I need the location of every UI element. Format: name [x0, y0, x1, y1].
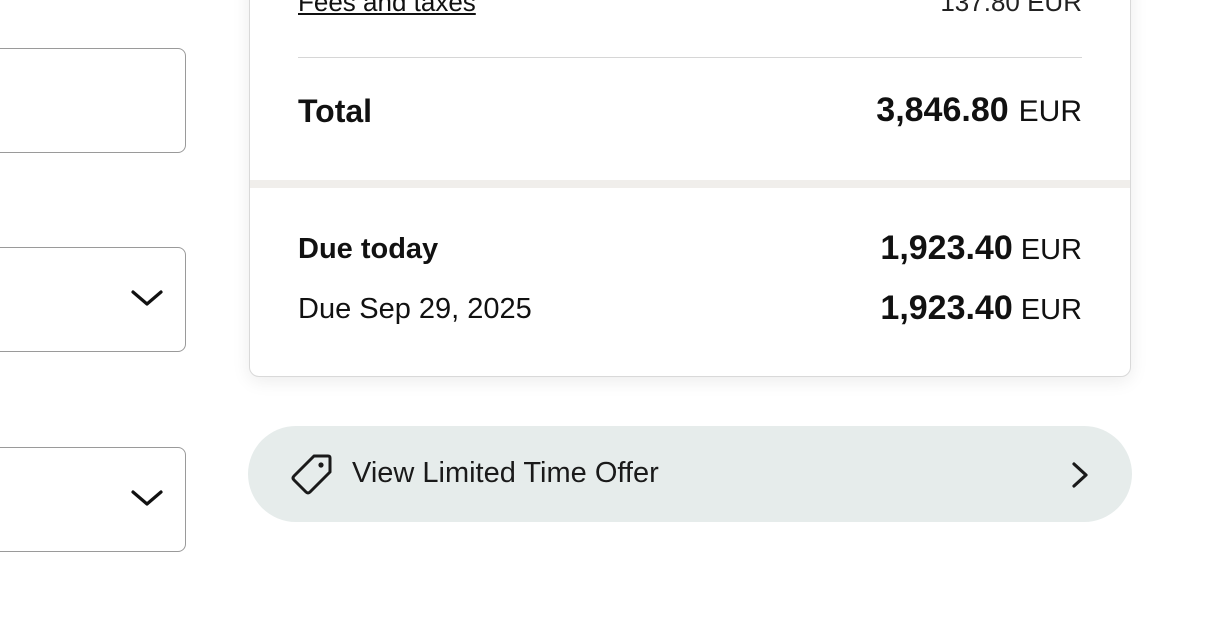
select-field-1[interactable] — [0, 247, 186, 352]
divider — [298, 57, 1082, 58]
tag-icon — [291, 454, 332, 495]
due-today-price: 1,923.40 EUR — [880, 229, 1082, 268]
total-label: Total — [298, 93, 373, 129]
due-today-currency: EUR — [1020, 234, 1082, 266]
chevron-down-icon — [131, 290, 163, 306]
view-limited-time-offer-button[interactable]: View Limited Time Offer — [248, 426, 1132, 522]
due-later-amount: 1,923.40 — [880, 289, 1013, 327]
due-later-row: Due Sep 29, 2025 1,923.40 EUR — [298, 289, 1082, 329]
chevron-right-icon — [1072, 462, 1088, 488]
due-later-price: 1,923.40 EUR — [880, 289, 1082, 328]
due-today-label: Due today — [298, 233, 439, 265]
order-summary-card: Fees and taxes 137.80 EUR Total 3,846.80… — [249, 0, 1131, 377]
offer-label: View Limited Time Offer — [352, 457, 659, 489]
due-today-amount: 1,923.40 — [880, 229, 1013, 267]
fees-and-taxes-link[interactable]: Fees and taxes — [298, 0, 476, 18]
total-amount: 3,846.80 — [876, 91, 1009, 129]
due-later-label: Due Sep 29, 2025 — [298, 293, 532, 325]
total-price: 3,846.80 EUR — [876, 91, 1082, 130]
section-separator — [250, 180, 1130, 188]
fees-row: Fees and taxes 137.80 EUR — [298, 0, 1082, 18]
due-today-row: Due today 1,923.40 EUR — [298, 229, 1082, 269]
text-input-field[interactable] — [0, 48, 186, 153]
total-row: Total 3,846.80 EUR — [298, 89, 1082, 133]
select-field-2[interactable] — [0, 447, 186, 552]
fees-amount: 137.80 EUR — [940, 0, 1082, 17]
chevron-down-icon — [131, 490, 163, 506]
due-later-currency: EUR — [1020, 294, 1082, 326]
total-currency: EUR — [1018, 95, 1082, 128]
